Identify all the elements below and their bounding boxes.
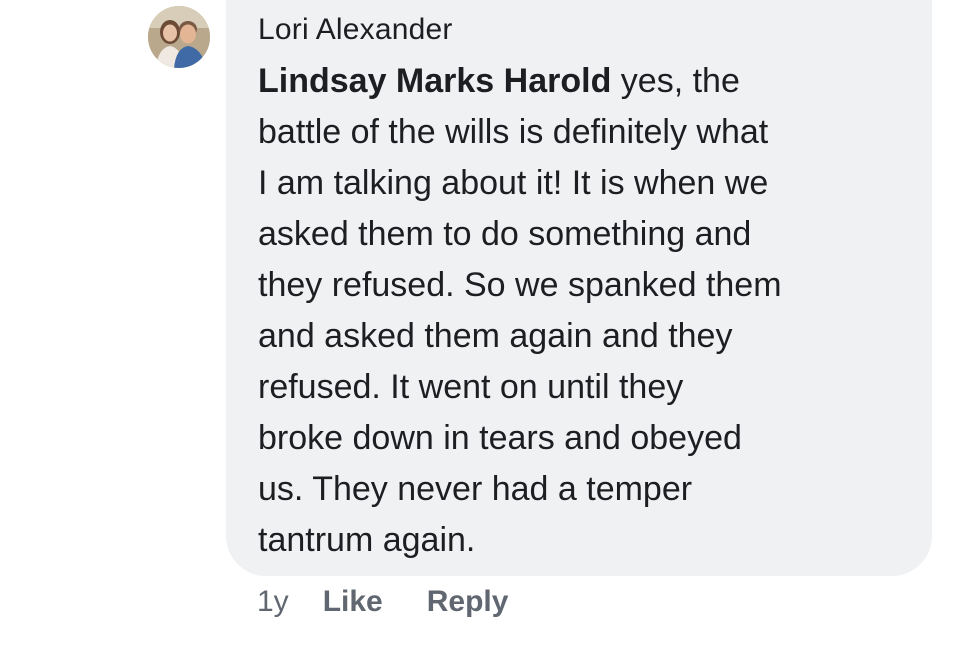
comment-text: Lindsay Marks Harold yes, the battle of … bbox=[258, 56, 918, 566]
comment: Lori Alexander Lindsay Marks Harold yes,… bbox=[0, 0, 960, 646]
comment-bubble: Lori Alexander Lindsay Marks Harold yes,… bbox=[226, 0, 932, 576]
comment-author[interactable]: Lori Alexander bbox=[258, 12, 918, 48]
mention-link[interactable]: Lindsay Marks Harold bbox=[258, 62, 611, 100]
reply-button[interactable]: Reply bbox=[427, 582, 509, 622]
profile-photo-icon bbox=[148, 6, 210, 68]
comment-timestamp[interactable]: 1y bbox=[257, 582, 289, 622]
avatar[interactable] bbox=[148, 6, 210, 68]
comment-body: yes, the battle of the wills is definite… bbox=[258, 62, 782, 559]
comment-actions: 1y Like Reply bbox=[257, 582, 552, 622]
like-button[interactable]: Like bbox=[323, 582, 383, 622]
